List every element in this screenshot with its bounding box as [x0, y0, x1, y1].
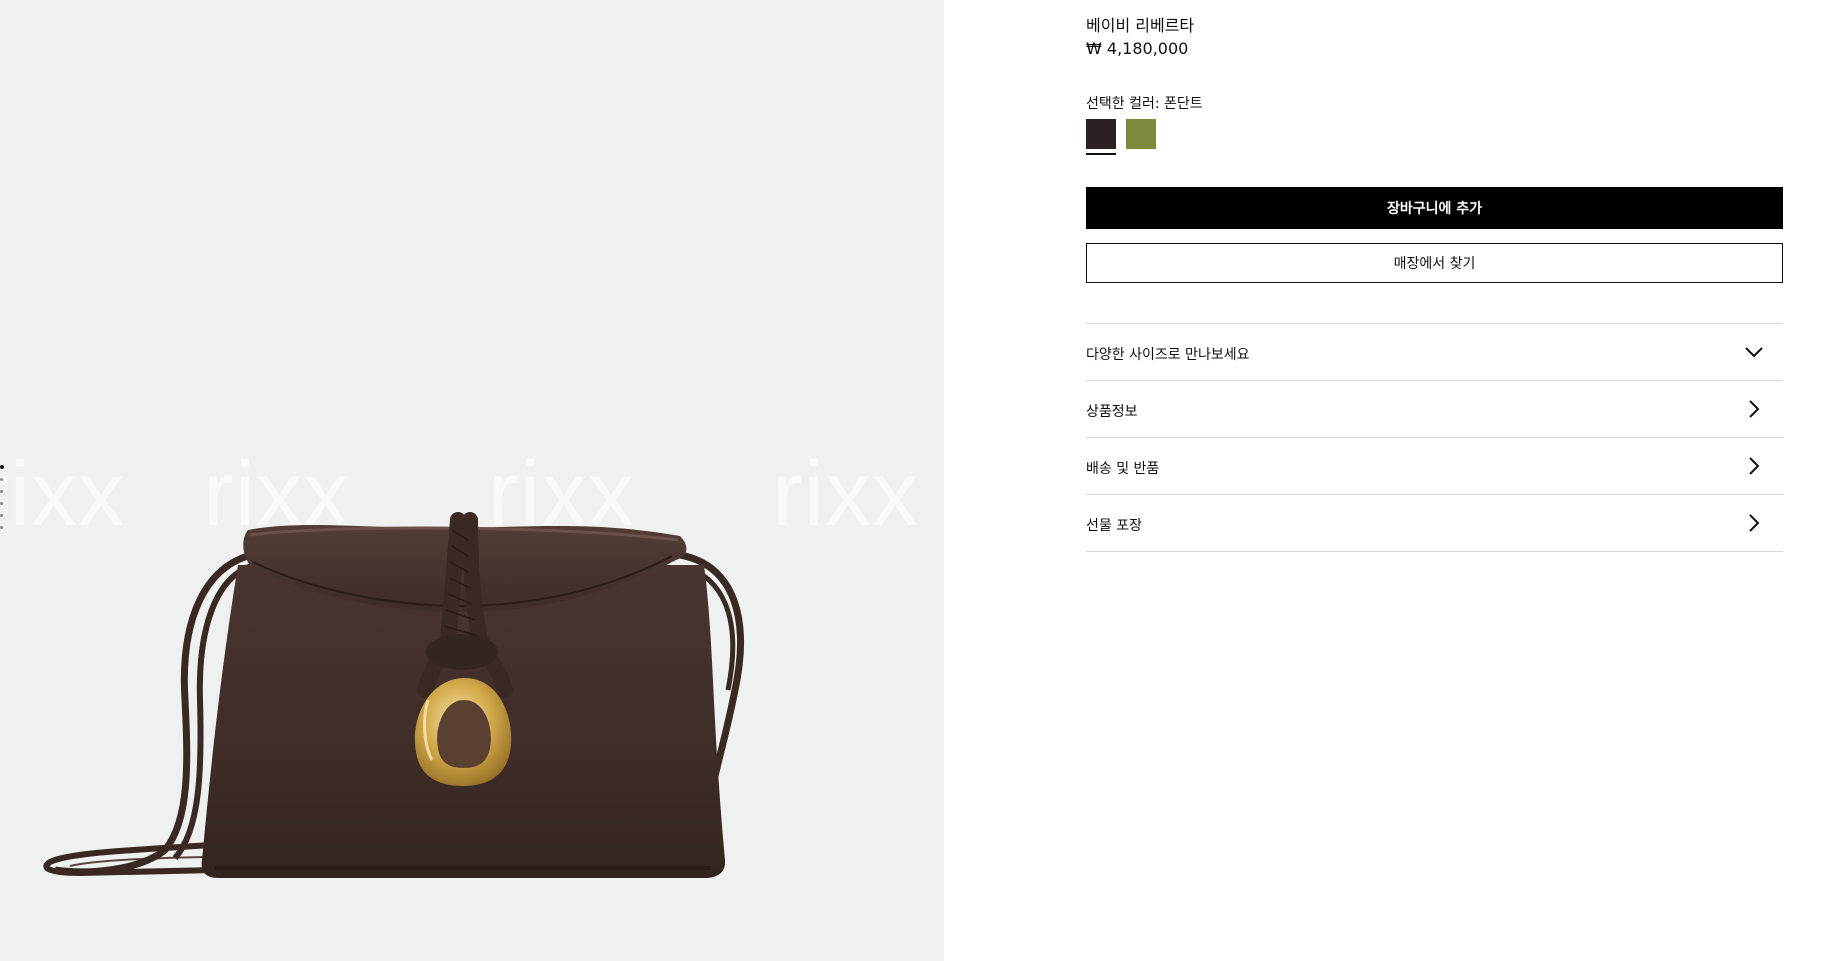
- carousel-dot[interactable]: [0, 514, 3, 517]
- accordion-item-label: 선물 포장: [1086, 518, 1142, 534]
- color-swatch-fondant[interactable]: [1086, 119, 1116, 149]
- carousel-dot[interactable]: [0, 465, 4, 469]
- image-carousel-indicator[interactable]: [0, 465, 4, 538]
- watermark-text: rixx: [0, 443, 126, 545]
- selected-color-label: 선택한 컬러: 폰단트: [1086, 96, 1203, 112]
- watermark-text: rixx: [488, 443, 636, 545]
- carousel-dot[interactable]: [0, 502, 3, 505]
- carousel-dot[interactable]: [0, 526, 3, 529]
- watermark-text: rixx: [772, 443, 920, 545]
- accordion-item-label: 상품정보: [1086, 404, 1138, 420]
- accordion-item-label: 다양한 사이즈로 만나보세요: [1086, 347, 1250, 363]
- chevron-right-icon: [1743, 455, 1765, 477]
- product-page: rixx rixx rixx rixx 베이비 리베르타 ₩ 4,180,000…: [0, 0, 1838, 961]
- product-name: 베이비 리베르타: [1086, 16, 1195, 35]
- accordion-item-gift-wrap[interactable]: 선물 포장: [1086, 495, 1783, 552]
- accordion-item-product-info[interactable]: 상품정보: [1086, 381, 1783, 438]
- add-to-cart-button[interactable]: 장바구니에 추가: [1086, 187, 1783, 229]
- color-swatch-olive[interactable]: [1126, 119, 1156, 149]
- chevron-down-icon: [1743, 341, 1765, 363]
- chevron-right-icon: [1743, 398, 1765, 420]
- accordion-item-label: 배송 및 반품: [1086, 461, 1160, 477]
- chevron-right-icon: [1743, 512, 1765, 534]
- find-in-store-button[interactable]: 매장에서 찾기: [1086, 243, 1783, 283]
- carousel-dot[interactable]: [0, 490, 3, 493]
- selected-swatch-indicator: [1086, 153, 1116, 155]
- product-price: ₩ 4,180,000: [1086, 39, 1189, 58]
- accordion-item-sizes[interactable]: 다양한 사이즈로 만나보세요: [1086, 324, 1783, 381]
- product-details-accordion: 다양한 사이즈로 만나보세요 상품정보 배송 및 반품 선물 포장: [1086, 323, 1783, 552]
- watermark-text: rixx: [203, 443, 351, 545]
- accordion-item-shipping-returns[interactable]: 배송 및 반품: [1086, 438, 1783, 495]
- carousel-dot[interactable]: [0, 478, 3, 481]
- product-image-panel[interactable]: rixx rixx rixx rixx: [0, 0, 944, 961]
